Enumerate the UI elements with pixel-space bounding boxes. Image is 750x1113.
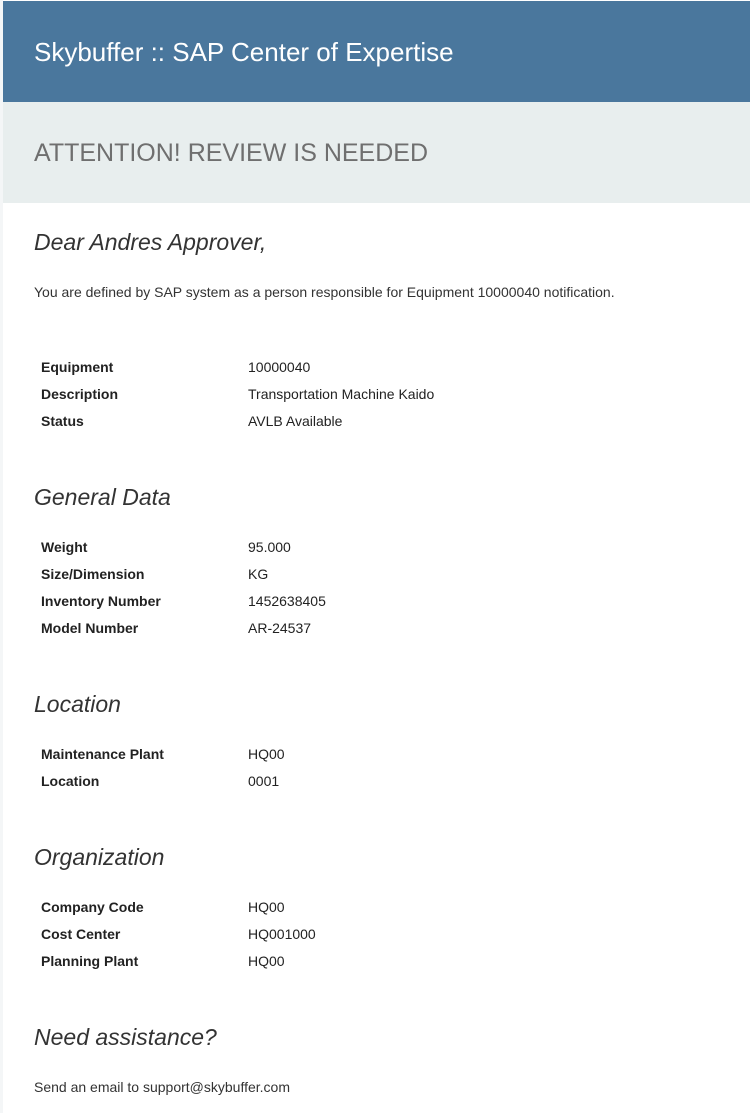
field-label: Planning Plant	[41, 953, 139, 969]
field-value: 10000040	[248, 359, 311, 375]
field-label: Inventory Number	[41, 593, 161, 609]
field-label: Company Code	[41, 899, 144, 915]
table-row: Size/Dimension KG	[41, 565, 701, 583]
table-row: Inventory Number 1452638405	[41, 592, 701, 610]
field-label: Maintenance Plant	[41, 746, 164, 762]
table-row: Model Number AR-24537	[41, 619, 701, 637]
table-row: Status AVLB Available	[41, 412, 701, 430]
field-value: AR-24537	[248, 620, 312, 636]
field-label: Size/Dimension	[41, 566, 145, 582]
field-label: Location	[41, 773, 100, 789]
header-title: Skybuffer :: SAP Center of Expertise	[34, 37, 454, 67]
field-label: Equipment	[41, 359, 114, 375]
field-value: AVLB Available	[248, 413, 343, 429]
field-value: HQ00	[248, 953, 285, 969]
field-value: HQ00	[248, 899, 285, 915]
table-row: Weight 95.000	[41, 538, 701, 556]
field-label: Cost Center	[41, 926, 121, 942]
table-row: Cost Center HQ001000	[41, 925, 701, 943]
section-heading-location: Location	[34, 691, 121, 717]
field-value: HQ00	[248, 746, 285, 762]
email-body: Skybuffer :: SAP Center of Expertise ATT…	[3, 0, 750, 1113]
field-label: Status	[41, 413, 84, 429]
table-row: Location 0001	[41, 772, 701, 790]
field-value: HQ001000	[248, 926, 316, 942]
field-value: KG	[248, 566, 269, 582]
field-value: 1452638405	[248, 593, 326, 609]
table-row: Equipment 10000040	[41, 358, 701, 376]
table-row: Planning Plant HQ00	[41, 952, 701, 970]
field-value: Transportation Machine Kaido	[248, 386, 435, 402]
attention-banner-title: ATTENTION! REVIEW IS NEEDED	[34, 139, 429, 167]
section-heading-organization: Organization	[34, 844, 165, 870]
field-label: Model Number	[41, 620, 139, 636]
greeting: Dear Andres Approver,	[34, 229, 267, 255]
section-heading-assistance: Need assistance?	[34, 1024, 217, 1050]
table-row: Company Code HQ00	[41, 898, 701, 916]
field-label: Weight	[41, 539, 88, 555]
intro-text: You are defined by SAP system as a perso…	[34, 284, 615, 300]
table-row: Description Transportation Machine Kaido	[41, 385, 701, 403]
field-value: 95.000	[248, 539, 291, 555]
section-heading-general-data: General Data	[34, 484, 171, 510]
field-value: 0001	[248, 773, 280, 789]
table-row: Maintenance Plant HQ00	[41, 745, 701, 763]
field-label: Description	[41, 386, 119, 402]
support-email-text: Send an email to support@skybuffer.com	[34, 1079, 290, 1095]
